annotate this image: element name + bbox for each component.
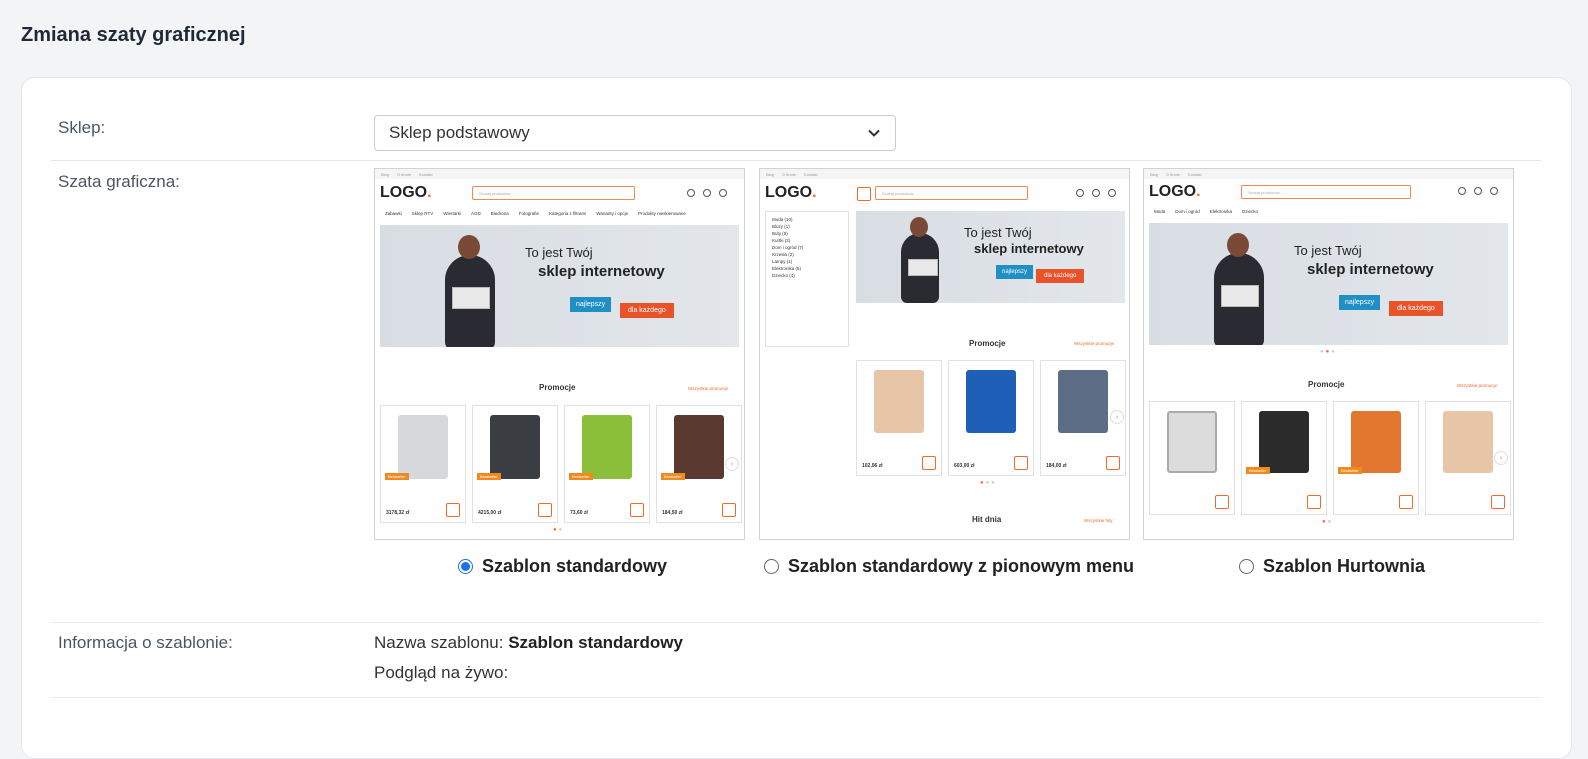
shop-select[interactable]: Sklep podstawowy (374, 115, 896, 151)
shop-label: Sklep: (58, 118, 106, 137)
template-preview-standard[interactable]: Blog O firmie Kontakt LOGO. Szukaj produkt… (374, 168, 745, 540)
preview-carousel-dots: ●● (1322, 519, 1334, 525)
preview-banner: To jest Twój sklep internetowy najlepszy… (1149, 223, 1508, 345)
template-preview-vertical-menu[interactable]: Blog O firmie Kontakt LOGO. Szukaj produkt… (759, 168, 1130, 540)
template-option-label: Szablon standardowy (482, 556, 668, 576)
theme-label: Szata graficzna: (58, 172, 180, 191)
preview-banner: To jest Twój sklep internetowy najlepszy… (856, 211, 1125, 303)
template-option-label: Szablon Hurtownia (1263, 556, 1425, 576)
page-title: Zmiana szaty graficznej (21, 24, 246, 46)
divider (51, 622, 1541, 623)
preview-product: 102,06 zł (856, 360, 942, 476)
live-preview: Podgląd na żywo: (374, 663, 508, 683)
preview-menu-icon (857, 187, 871, 201)
preview-arrow-right-icon: › (725, 457, 739, 471)
preview-arrow-right-icon: › (1494, 451, 1508, 465)
preview-product: Bestseller 73,60 zł (564, 405, 650, 523)
preview-header-icons (687, 189, 727, 197)
divider (51, 160, 1541, 161)
preview-product (1149, 401, 1235, 515)
preview-topbar: Blog O firmie Kontakt (1144, 169, 1513, 179)
radio-selected-icon[interactable] (458, 559, 473, 574)
template-name-label: Nazwa szablonu: (374, 633, 504, 652)
theme-settings-card: Sklep: Sklep podstawowy Szata graficzna:… (21, 77, 1572, 759)
preview-header-icons (1076, 189, 1116, 197)
preview-topbar: Blog O firmie Kontakt (375, 169, 744, 179)
preview-search: Szukaj produktów... (472, 186, 635, 200)
shop-select-value: Sklep podstawowy (389, 123, 530, 142)
preview-side-menu: Moda (10) Bluzy (1) Buty (5) Kurtki (2) Dom … (765, 211, 849, 347)
preview-product: Bestseller (1241, 401, 1327, 515)
radio-icon[interactable] (764, 559, 779, 574)
preview-promo-title: Promocje (969, 339, 1006, 348)
preview-banner-dots: ●●● (1320, 349, 1337, 355)
preview-search: Szukaj produktów... (875, 186, 1028, 200)
preview-carousel-dots: ●● (553, 527, 565, 533)
template-option-standard[interactable]: Szablon standardowy (458, 556, 667, 577)
preview-header-icons (1458, 187, 1498, 195)
preview-hit-title: Hit dnia (972, 515, 1002, 524)
preview-product: Bestseller 3178,32 zł (380, 405, 466, 523)
preview-product: Bestseller (1333, 401, 1419, 515)
preview-promo-more: Wszystkie promocje (688, 386, 729, 391)
preview-product: 603,00 zł (948, 360, 1034, 476)
preview-search: Szukaj produktów... (1241, 185, 1411, 199)
preview-promo-more: Wszystkie promocje (1457, 383, 1498, 388)
preview-logo: LOGO. (380, 184, 432, 201)
preview-hit-more: Wszystkie hity (1084, 518, 1113, 523)
preview-topbar: Blog O firmie Kontakt (760, 169, 1129, 179)
preview-nav: Moda Dom i ogród Elektronika Dziecko (1154, 209, 1259, 214)
template-info-label: Informacja o szablonie: (58, 633, 233, 652)
template-option-label: Szablon standardowy z pionowym menu (788, 556, 1135, 576)
template-name: Nazwa szablonu: Szablon standardowy (374, 633, 683, 653)
preview-logo: LOGO. (765, 184, 817, 201)
template-name-value: Szablon standardowy (508, 633, 683, 652)
preview-arrow-right-icon: › (1110, 410, 1124, 424)
preview-promo-title: Promocje (1308, 380, 1345, 389)
chevron-down-icon (868, 129, 880, 137)
template-preview-wholesale[interactable]: Blog O firmie Kontakt LOGO. Szukaj produkt… (1143, 168, 1514, 540)
preview-carousel-dots: ●●● (980, 480, 997, 486)
template-option-vertical-menu[interactable]: Szablon standardowy z pionowym menu (764, 556, 1134, 577)
preview-nav: Zabawki Sklep RTV Wiertarki AGD Biedrona Foto… (385, 211, 686, 216)
template-option-wholesale[interactable]: Szablon Hurtownia (1239, 556, 1425, 577)
preview-promo-more: Wszystkie promocje (1074, 341, 1115, 346)
radio-icon[interactable] (1239, 559, 1254, 574)
preview-banner: To jest Twój sklep internetowy najlepszy… (380, 225, 739, 347)
live-preview-label: Podgląd na żywo: (374, 663, 509, 682)
preview-logo: LOGO. (1149, 183, 1201, 200)
preview-promo-title: Promocje (539, 383, 576, 392)
preview-product: Bestseller 4215,00 zł (472, 405, 558, 523)
divider (51, 697, 1541, 698)
